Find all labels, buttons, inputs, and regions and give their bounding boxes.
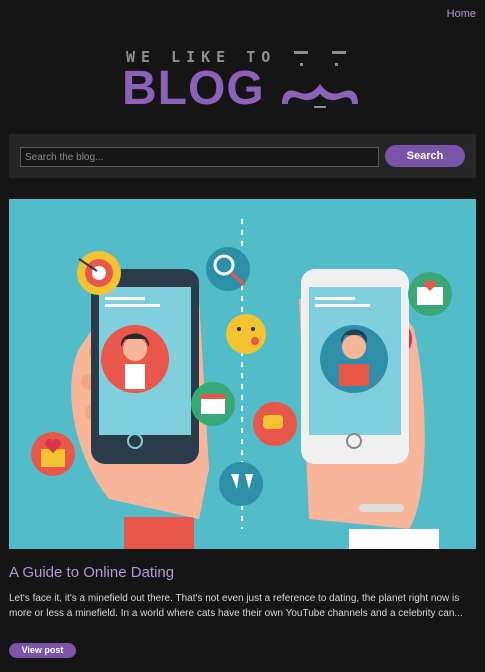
- search-bar: Search: [9, 134, 476, 178]
- view-post-button[interactable]: View post: [9, 643, 76, 658]
- logo-wordmark: BLOG: [122, 62, 265, 115]
- post-excerpt: Let's face it, it's a minefield out ther…: [9, 593, 463, 619]
- post-hero-image[interactable]: [9, 199, 476, 549]
- love-letter-icon: [408, 272, 452, 316]
- search-love-icon: [206, 247, 250, 291]
- online-dating-illustration: [9, 199, 476, 549]
- home-link[interactable]: Home: [447, 8, 476, 20]
- search-button[interactable]: Search: [385, 145, 465, 167]
- kiss-emoji-icon: [226, 314, 266, 354]
- left-phone: [91, 269, 199, 464]
- search-input[interactable]: [20, 147, 379, 167]
- right-phone: [301, 269, 409, 464]
- site-logo[interactable]: WE LIKE TO BLOG: [122, 46, 362, 115]
- chat-bubbles-icon: [253, 402, 297, 446]
- mustache-face-icon: [282, 51, 358, 108]
- calendar-icon: [191, 382, 235, 426]
- top-nav: Home: [0, 0, 485, 30]
- target-heart-icon: [77, 251, 121, 295]
- love-book-icon: [31, 432, 75, 476]
- post-title[interactable]: A Guide to Online Dating: [9, 564, 174, 581]
- wine-glasses-icon: [219, 462, 263, 506]
